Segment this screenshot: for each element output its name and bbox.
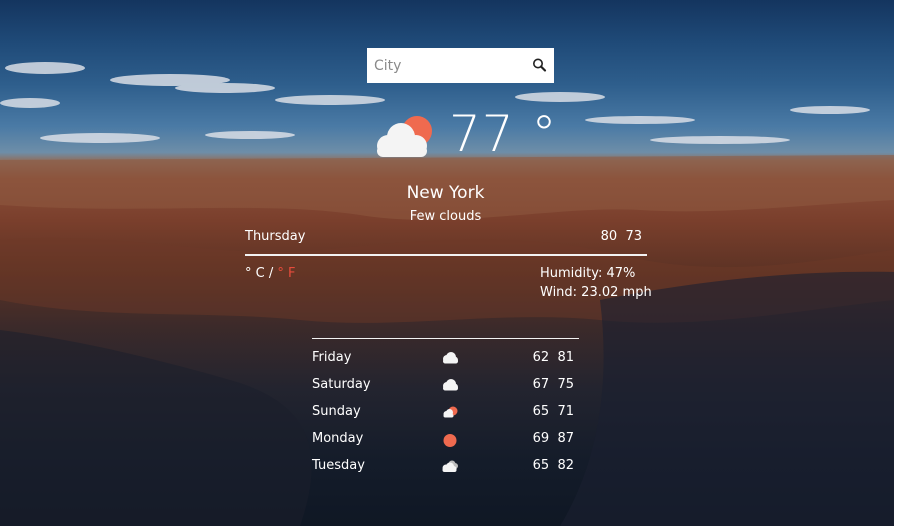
wind-readout: Wind: 23.02 mph <box>540 285 652 300</box>
unit-celsius-toggle[interactable]: ° C / <box>245 266 277 281</box>
forecast-day: Friday <box>312 350 352 365</box>
forecast-high-low: 65 71 <box>532 404 574 419</box>
forecast-row-tuesday: Tuesday 65 82 <box>312 457 574 477</box>
forecast-day: Monday <box>312 431 364 446</box>
forecast-day: Tuesday <box>312 458 365 473</box>
search-input[interactable] <box>367 48 527 83</box>
forecast-high-low: 67 75 <box>532 377 574 392</box>
forecast-day: Saturday <box>312 377 371 392</box>
today-day-label: Thursday <box>245 229 306 244</box>
forecast-day: Sunday <box>312 404 361 419</box>
forecast-row-sunday: Sunday 65 71 <box>312 403 574 423</box>
partly-cloudy-icon <box>372 112 438 160</box>
forecast-row-friday: Friday 62 81 <box>312 349 574 369</box>
forecast-row-saturday: Saturday 67 75 <box>312 376 574 396</box>
humidity-readout: Humidity: 47% <box>540 266 636 281</box>
weather-app: 77 ° New York Few clouds Thursday 80 73 … <box>0 0 894 526</box>
forecast-high-low: 65 82 <box>532 458 574 473</box>
current-temperature: 77 ° <box>449 105 558 163</box>
forecast-row-monday: Monday 69 87 <box>312 430 574 450</box>
search-box <box>367 48 554 83</box>
cloud-icon <box>440 350 460 366</box>
unit-toggle: ° C / ° F <box>245 265 295 282</box>
city-name: New York <box>406 183 485 203</box>
magnifier-icon[interactable] <box>530 56 550 76</box>
unit-fahrenheit-toggle[interactable]: ° F <box>277 266 295 281</box>
forecast-high-low: 62 81 <box>532 350 574 365</box>
sun-icon <box>440 431 460 447</box>
today-high-low: 80 73 <box>600 229 642 244</box>
divider <box>245 254 647 256</box>
forecast-high-low: 69 87 <box>532 431 574 446</box>
forecast-divider <box>312 338 579 339</box>
weather-condition: Few clouds <box>409 209 482 224</box>
partly-cloudy-icon <box>440 404 460 420</box>
cloud-icon <box>440 377 460 393</box>
broken-clouds-icon <box>440 458 460 474</box>
